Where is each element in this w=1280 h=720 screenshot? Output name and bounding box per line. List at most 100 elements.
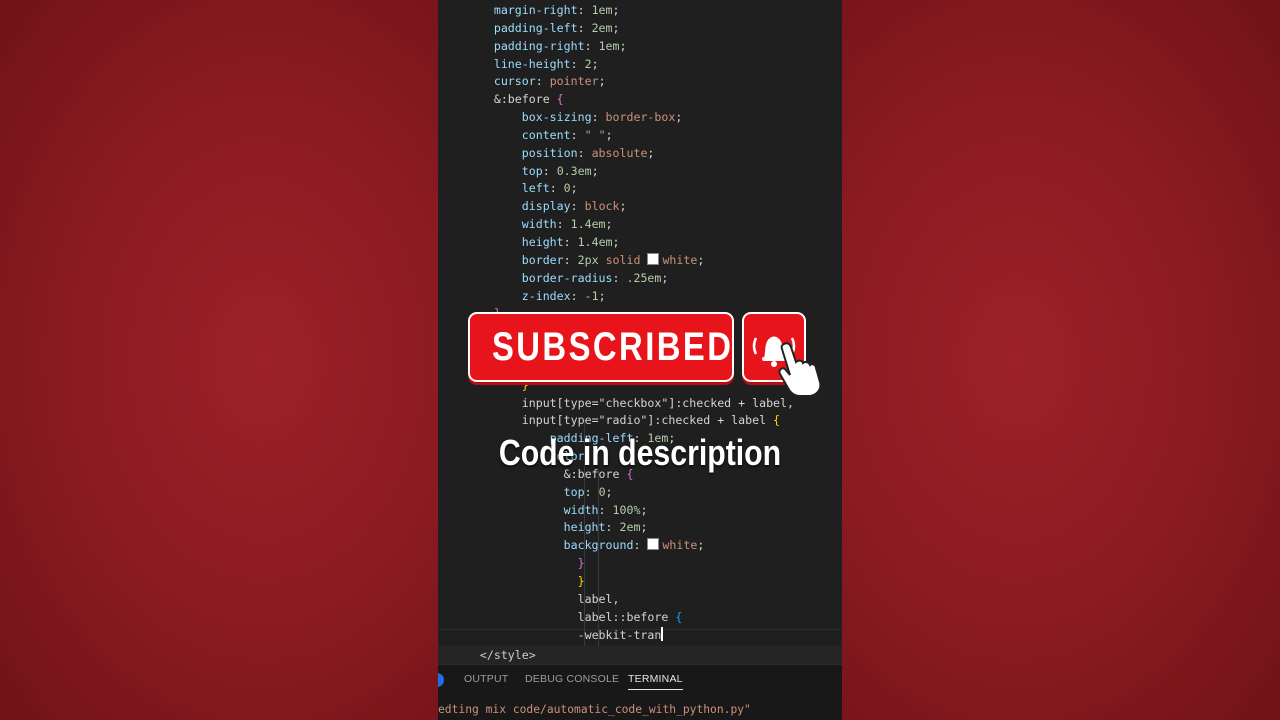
code-token: ; — [612, 3, 620, 17]
code-line: top: 0.3em; — [438, 163, 842, 181]
code-token: input[type="checkbox"]:checked + label, — [521, 395, 794, 410]
panel-indicator-icon — [438, 673, 444, 687]
code-token: ; — [605, 217, 613, 232]
code-token: border-radius — [521, 270, 613, 285]
code-token: ; — [697, 252, 705, 267]
code-line: width: 1.4em; — [438, 216, 842, 234]
code-token: ; — [661, 270, 669, 285]
blurred-background-right — [842, 0, 1280, 720]
code-token: ; — [591, 163, 599, 178]
code-token: ; — [591, 56, 599, 71]
code-token: label, — [577, 591, 620, 606]
code-token: block — [584, 199, 620, 214]
code-token: padding-right — [493, 38, 585, 53]
code-line: display: block; — [438, 198, 842, 216]
code-token: : — [577, 20, 592, 35]
code-token: 1.4em — [570, 217, 606, 232]
caption-text: Code in description — [498, 432, 782, 473]
code-token: 2px — [577, 252, 599, 267]
code-token: box-sizing — [521, 110, 592, 125]
tab-debug-console[interactable]: DEBUG CONSOLE — [525, 673, 619, 685]
color-swatch-icon — [647, 252, 660, 265]
code-line: top: 0; — [438, 484, 842, 502]
code-line: height: 1.4em; — [438, 234, 842, 252]
code-token: : — [563, 234, 578, 249]
code-token: : — [605, 520, 620, 535]
code-token: ; — [605, 127, 613, 142]
code-line: } — [438, 573, 842, 591]
code-token: border — [521, 252, 564, 267]
code-token: 2em — [619, 520, 641, 535]
code-token: height — [563, 520, 606, 535]
style-close-tag: </style> — [438, 646, 842, 664]
code-token: 2 — [584, 56, 592, 71]
code-token: 1em — [598, 38, 620, 53]
code-token: : — [563, 252, 578, 267]
code-token: ; — [619, 38, 627, 53]
subscribed-button[interactable]: SUBSCRIBED — [468, 312, 734, 382]
code-token: top — [563, 484, 585, 499]
code-token: white — [662, 538, 698, 553]
code-token: input[type="radio"]:checked + label — [521, 413, 774, 428]
code-token: 0 — [598, 484, 606, 499]
code-token: margin-right — [493, 3, 578, 17]
code-token: padding-left — [493, 20, 578, 35]
code-token: background — [563, 538, 634, 553]
code-token: height — [521, 234, 564, 249]
code-line: width: 100%; — [438, 502, 842, 520]
code-token: -webkit-tran — [577, 627, 662, 642]
code-line: position: absolute; — [438, 145, 842, 163]
code-token: 2em — [591, 20, 613, 35]
code-line: } — [438, 555, 842, 573]
code-token: ; — [640, 502, 648, 517]
code-token: absolute — [591, 145, 648, 160]
code-token: 100% — [612, 502, 641, 517]
code-line: z-index: -1; — [438, 288, 842, 306]
code-token: 0 — [563, 181, 571, 196]
code-token: cursor — [493, 74, 536, 89]
code-line: line-height: 2; — [438, 56, 842, 74]
code-line: padding-left: 2em; — [438, 20, 842, 38]
code-token: ; — [640, 520, 648, 535]
code-token: ; — [612, 234, 620, 249]
code-line: box-sizing: border-box; — [438, 109, 842, 127]
code-token: : — [584, 484, 599, 499]
code-line: label, — [438, 591, 842, 609]
code-token: ; — [697, 538, 705, 553]
code-line: background: white; — [438, 537, 842, 555]
code-line: height: 2em; — [438, 519, 842, 537]
color-swatch-icon — [647, 538, 660, 551]
tab-output[interactable]: OUTPUT — [464, 673, 508, 685]
code-token: left — [521, 181, 550, 196]
tab-terminal[interactable]: TERMINAL — [628, 673, 683, 690]
code-token: content — [521, 127, 571, 142]
code-line: padding-right: 1em; — [438, 38, 842, 56]
code-token: : — [612, 270, 627, 285]
code-token: : — [570, 127, 585, 142]
blurred-background-left — [0, 0, 438, 720]
code-token: : — [570, 199, 585, 214]
code-token: .25em — [626, 270, 662, 285]
code-token: &:before — [493, 92, 557, 107]
code-token: : — [542, 163, 557, 178]
code-token: -1 — [584, 288, 599, 303]
